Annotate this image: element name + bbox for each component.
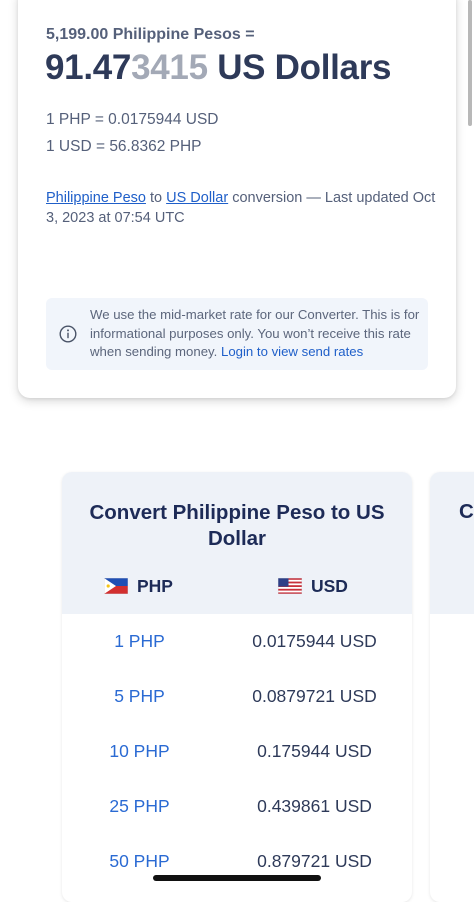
table-title: Convert Philippine Peso to US Dollar [89,501,385,550]
php-amount-link[interactable]: 50 PHP [62,851,217,872]
conversion-result-card: 5,199.00 Philippine Pesos = 91.473415 US… [18,0,456,398]
converted-amount: 91.473415 US Dollars [45,48,392,88]
login-send-rates-link[interactable]: Login to view send rates [221,344,363,359]
info-message: We use the mid-market rate for our Conve… [90,306,420,362]
conversion-table-card: Convert Philippine Peso to US Dollar PHP… [62,472,412,902]
table-row: 5 PHP 0.0879721 USD [62,669,412,724]
to-word: to [145,190,167,206]
usd-amount: 0.0879721 USD [252,686,377,706]
last-updated-text: Philippine Peso to US Dollar conversion … [46,188,441,228]
column-header-usd: USD [278,576,348,597]
usd-amount: 0.879721 USD [257,851,372,871]
usd-amount: 0.439861 USD [257,796,372,816]
philippine-peso-link[interactable]: Philippine Peso [46,190,146,206]
column-header-usd-label: USD [311,576,348,596]
php-amount-link[interactable]: 25 PHP [62,796,217,817]
php-amount-link[interactable]: 1 PHP [62,631,217,652]
rate-usd-to-php: 1 USD = 56.8362 PHP [46,138,202,155]
rate-php-to-usd: 1 PHP = 0.0175944 USD [46,111,219,128]
next-table-header [430,472,474,614]
column-header-php: PHP [104,576,173,597]
next-table-title-peek: C [459,500,474,523]
table-row: 1 PHP 0.0175944 USD [62,614,412,669]
converted-amount-currency: US Dollars [207,48,392,87]
from-amount-text: 5,199.00 Philippine Pesos = [46,26,255,43]
home-indicator[interactable] [153,875,321,881]
table-header: Convert Philippine Peso to US Dollar PHP… [62,472,412,614]
mid-market-info-box: We use the mid-market rate for our Conve… [46,298,428,370]
us-dollar-link[interactable]: US Dollar [166,190,228,206]
column-header-php-label: PHP [137,576,173,596]
table-row: 10 PHP 0.175944 USD [62,724,412,779]
philippines-flag-icon [104,578,128,594]
next-conversion-table-card[interactable]: C [430,472,474,902]
table-row: 25 PHP 0.439861 USD [62,779,412,834]
php-amount-link[interactable]: 10 PHP [62,741,217,762]
php-amount-link[interactable]: 5 PHP [62,686,217,707]
us-flag-icon [278,578,302,594]
converted-amount-main: 91.47 [45,48,132,87]
info-circle-icon [59,325,77,343]
usd-amount: 0.175944 USD [257,741,372,761]
usd-amount: 0.0175944 USD [252,631,377,651]
page-scrollbar[interactable] [468,0,472,126]
converted-amount-extra-digits: 3415 [131,48,208,87]
